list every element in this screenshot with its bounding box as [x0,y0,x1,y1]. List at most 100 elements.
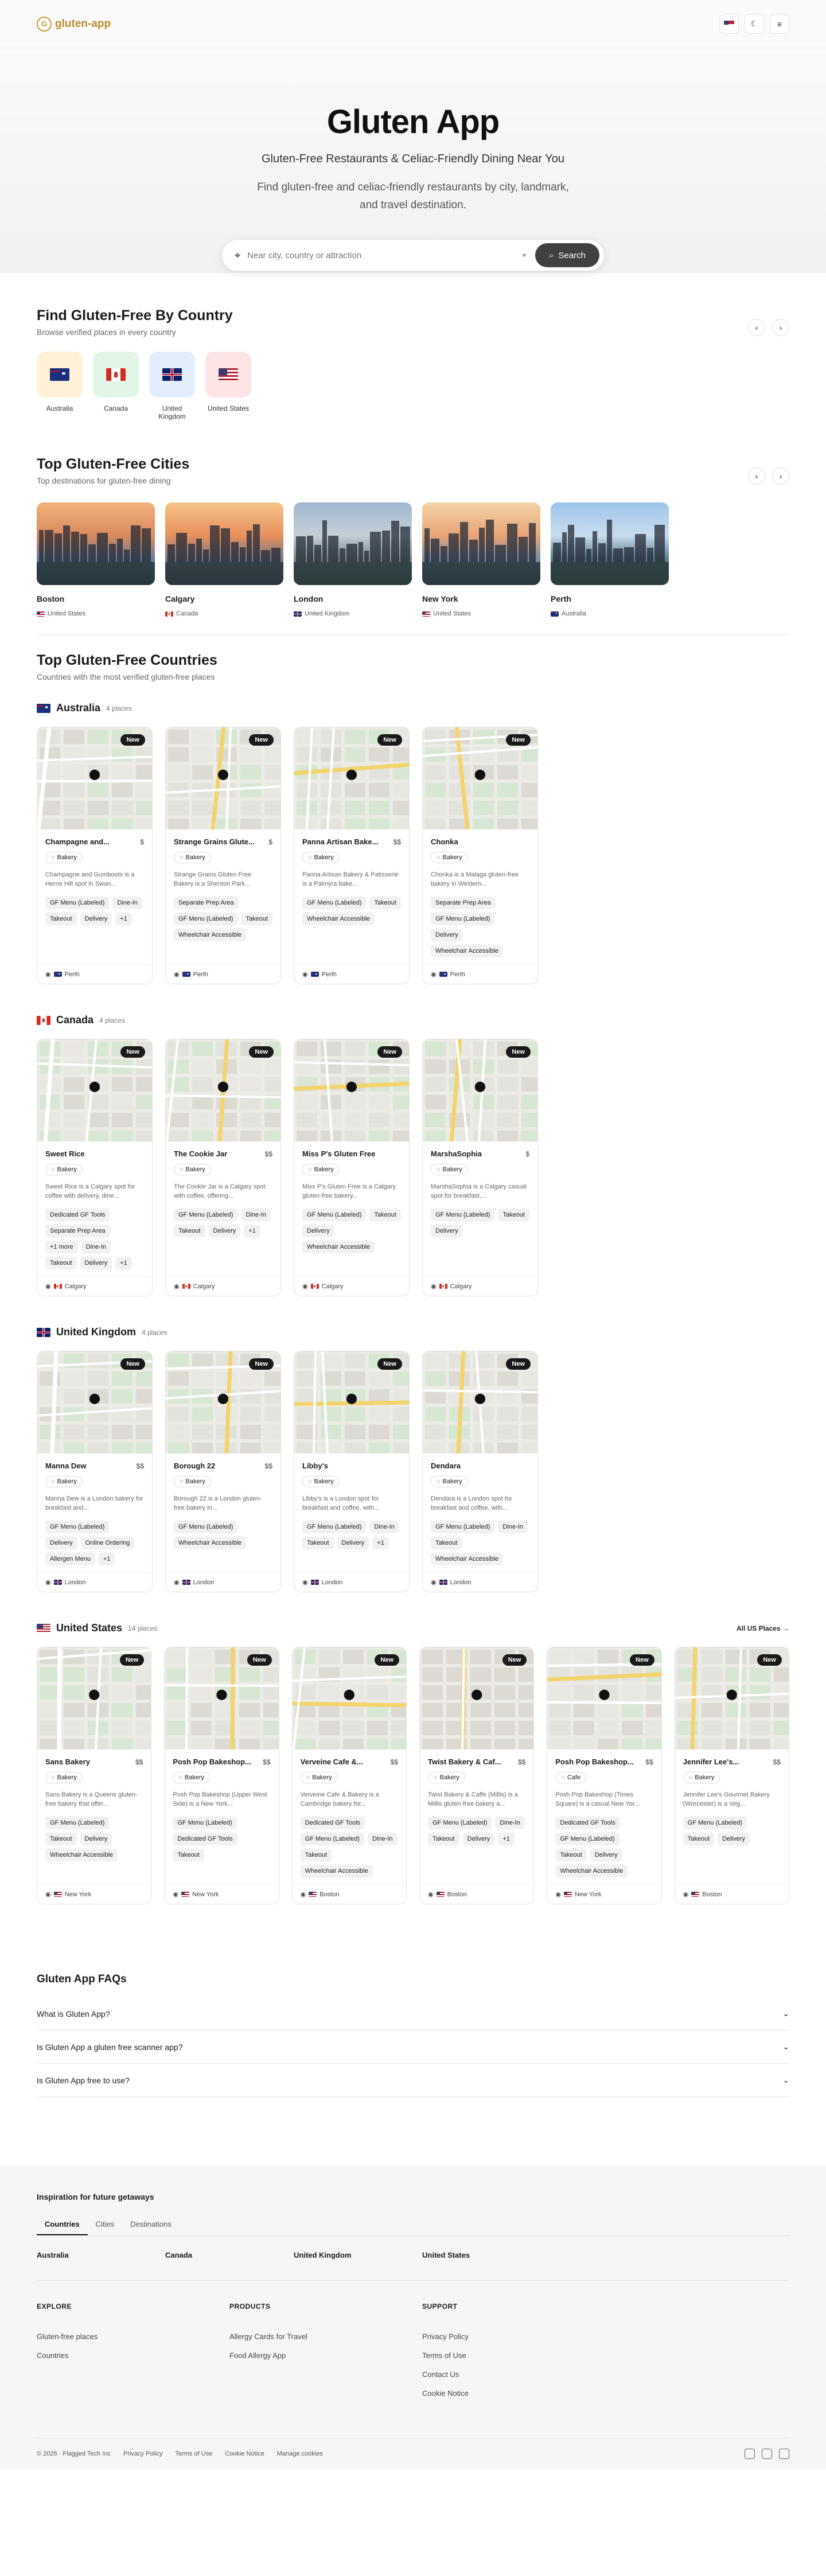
map-pin-icon: ⬤ [471,1688,483,1700]
place-card[interactable]: New ⬤ Sans Bakery $$ ◌ Bakery Sans Bakery is a… [37,1647,152,1904]
carousel-next-button[interactable]: › [772,467,789,485]
au-flag-icon [50,368,69,381]
footer-link[interactable]: Privacy Policy [422,2332,615,2341]
location-pin-icon: ◉ [45,1891,51,1898]
new-badge: New [757,1654,782,1666]
place-card[interactable]: New ⬤ Manna Dew $$ ◌ Bakery Manna Dew is a Lon… [37,1351,153,1592]
country-tile[interactable]: Australia [37,352,83,420]
feature-tag: Separate Prep Area [45,1225,110,1237]
footer-link[interactable]: Contact Us [422,2370,615,2379]
inspiration-link[interactable]: Canada [165,2251,294,2259]
country-tile[interactable]: United Kingdom [149,352,195,420]
site-footer: Inspiration for future getaways Countrie… [0,2166,826,2469]
new-badge: New [247,1654,272,1666]
site-logo[interactable]: G gluten-app [37,16,111,32]
feature-tag: Delivery [80,1257,112,1269]
legal-link[interactable]: Manage cookies [277,2450,323,2457]
feature-tag: +1 [498,1833,515,1845]
feature-tag: Takeout [45,913,77,925]
legal-link[interactable]: Cookie Notice [225,2450,264,2457]
city-card[interactable]: Calgary Canada [165,502,283,617]
place-card[interactable]: New ⬤ Posh Pop Bakeshop... $$ ◌ Cafe Posh Pop … [547,1647,662,1904]
city-card[interactable]: London United Kingdom [294,502,412,617]
theme-toggle-button[interactable]: ☾ [745,14,764,34]
city-country-label: United States [433,610,472,617]
carousel-prev-button[interactable]: ‹ [748,467,765,485]
footer-link[interactable]: Terms of Use [422,2351,615,2360]
place-card[interactable]: New ⬤ Sweet Rice ◌ Bakery Sweet Rice is a Cal… [37,1039,153,1296]
place-card[interactable]: New ⬤ Miss P's Gluten Free ◌ Bakery Miss P's … [294,1039,410,1296]
search-input[interactable] [247,250,523,260]
footer-tab-destinations[interactable]: Destinations [122,2214,180,2235]
facebook-icon[interactable] [779,2449,789,2459]
place-card[interactable]: New ⬤ The Cookie Jar $$ ◌ Bakery The Cookie Ja… [165,1039,281,1296]
country-block-title: United Kingdom 4 places [37,1326,167,1338]
menu-button[interactable]: ≡ [770,14,789,34]
language-selector-button[interactable] [719,14,739,34]
place-card[interactable]: New ⬤ Chonka ◌ Bakery Chonka is a Malaga glut… [422,727,538,984]
place-card[interactable]: New ⬤ Libby's ◌ Bakery Libby's is a London sp… [294,1351,410,1592]
inspiration-link[interactable]: United Kingdom [294,2251,422,2259]
map-pin-icon: ⬤ [345,768,358,780]
place-card[interactable]: New ⬤ Jennifer Lee's... $$ ◌ Bakery Jennifer L… [674,1647,789,1904]
category-icon: ◌ [51,1166,55,1173]
au-flag-icon [182,972,190,977]
place-title-row: Miss P's Gluten Free [302,1149,401,1158]
footer-tab-countries[interactable]: Countries [37,2214,88,2235]
location-pin-icon: ◉ [45,971,51,978]
category-label: Bakery [442,1478,462,1485]
footer-tab-cities[interactable]: Cities [88,2214,123,2235]
footer-link[interactable]: Food Allergy App [229,2351,422,2360]
feature-tag: GF Menu (Labeled) [302,1209,367,1221]
place-card[interactable]: New ⬤ Champagne and... $ ◌ Bakery Champagne an… [37,727,153,984]
legal-link[interactable]: Terms of Use [175,2450,212,2457]
new-badge: New [377,734,402,746]
city-card[interactable]: Boston United States [37,502,155,617]
inspiration-link[interactable]: United States [422,2251,551,2259]
legal-link[interactable]: Privacy Policy [123,2450,162,2457]
place-card[interactable]: New ⬤ Strange Grains Glute... $ ◌ Bakery Stran… [165,727,281,984]
faq-item[interactable]: What is Gluten App? ⌄ [37,1997,789,2031]
feature-tag: GF Menu (Labeled) [174,1521,238,1533]
country-tile[interactable]: United States [205,352,251,420]
footer-link[interactable]: Gluten-free places [37,2332,229,2341]
carousel-prev-button[interactable]: ‹ [748,319,765,336]
footer-link[interactable]: Cookie Notice [422,2389,615,2398]
all-places-link[interactable]: All US Places → [737,1624,789,1632]
place-map: New ⬤ [166,1039,280,1141]
footer-link[interactable]: Countries [37,2351,229,2360]
search-button[interactable]: ⌕ Search [535,243,599,267]
inspiration-link[interactable]: Australia [37,2251,165,2259]
place-card[interactable]: New ⬤ Posh Pop Bakeshop... $$ ◌ Bakery Posh Po… [164,1647,279,1904]
city-card[interactable]: Perth Australia [551,502,669,617]
chevron-down-icon[interactable]: ▾ [523,251,526,259]
country-tile[interactable]: Canada [93,352,139,420]
place-location: ◉ London [37,1572,152,1592]
map-pin-icon: ⬤ [217,768,229,780]
instagram-icon[interactable] [762,2449,772,2459]
footer-column-heading: SUPPORT [422,2302,458,2310]
place-card[interactable]: New ⬤ Verveine Cafe &... $$ ◌ Bakery Verveine … [291,1647,407,1904]
country-flag-box [93,352,139,397]
place-card-body: Champagne and... $ ◌ Bakery Champagne and Gu… [37,829,152,964]
footer-link[interactable]: Allergy Cards for Travel [229,2332,422,2341]
uk-flag-icon [162,368,182,381]
city-card[interactable]: New York United States [422,502,540,617]
place-title-row: Panna Artisan Bake... $$ [302,837,401,846]
place-card[interactable]: New ⬤ Dendara ◌ Bakery Dendara is a London sp… [422,1351,538,1592]
place-card[interactable]: New ⬤ Panna Artisan Bake... $$ ◌ Bakery Panna … [294,727,410,984]
carousel-next-button[interactable]: › [772,319,789,336]
faq-item[interactable]: Is Gluten App free to use? ⌄ [37,2064,789,2097]
feature-tag: GF Menu (Labeled) [174,1209,238,1221]
faq-item[interactable]: Is Gluten App a gluten free scanner app?… [37,2031,789,2064]
category-label: Bakery [695,1774,715,1781]
place-card[interactable]: New ⬤ MarshaSophia $ ◌ Bakery MarshaSophia is … [422,1039,538,1296]
place-description: Posh Pop Bakeshop (Times Square) is a ca… [555,1791,640,1807]
place-card[interactable]: New ⬤ Borough 22 $$ ◌ Bakery Borough 22 is a L… [165,1351,281,1592]
place-name: Strange Grains Glute... [174,837,255,846]
skyline-illustration [422,520,540,585]
place-card[interactable]: New ⬤ Twist Bakery & Caf... $$ ◌ Bakery Twist … [419,1647,535,1904]
us-flag-icon [436,1892,445,1897]
tiktok-icon[interactable] [745,2449,755,2459]
feature-tag: GF Menu (Labeled) [431,1209,495,1221]
